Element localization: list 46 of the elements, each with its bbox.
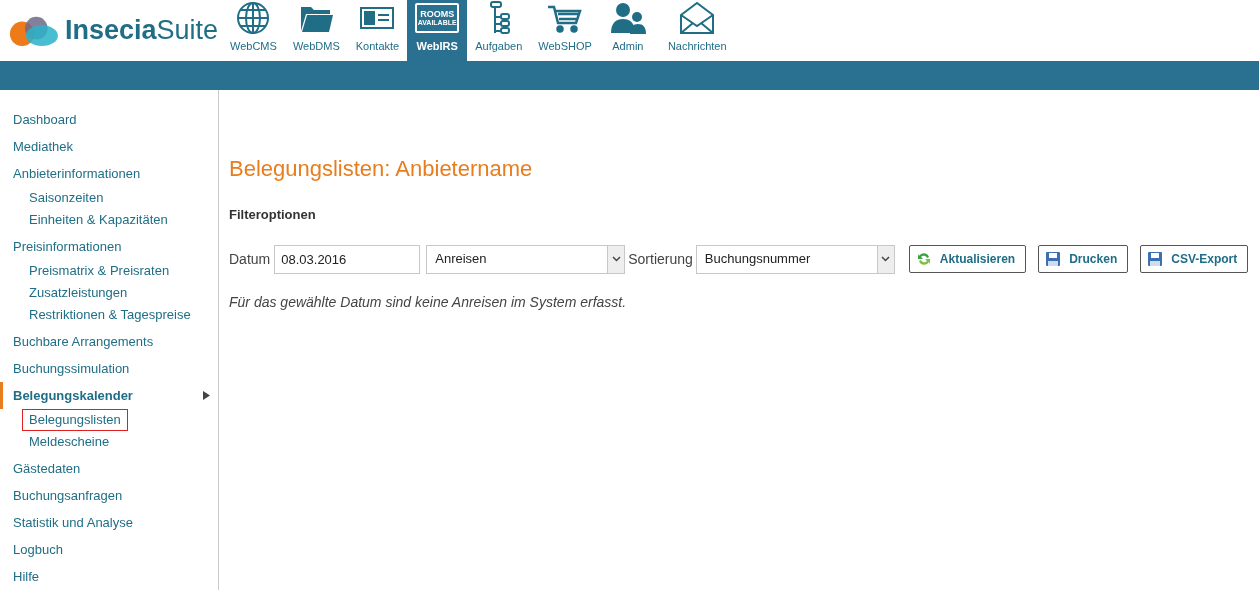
sidebar-subitem[interactable]: Belegungslisten <box>22 409 128 431</box>
sidebar-subitem[interactable]: Einheiten & Kapazitäten <box>22 209 175 231</box>
sidebar-item[interactable]: Preisinformationen <box>13 233 122 260</box>
nav-tab[interactable]: WebDMS <box>284 0 348 61</box>
chevron-down-icon <box>881 256 891 262</box>
sidebar-item[interactable]: Statistik und Analyse <box>13 509 133 536</box>
sidebar-item[interactable]: Buchbare Arrangements <box>13 328 154 355</box>
sidebar-item[interactable]: Buchungsanfragen <box>13 482 123 509</box>
logo-text: InseciaSuite <box>64 14 218 48</box>
sidebar-subitem[interactable]: Zusatzleistungen <box>22 282 135 304</box>
date-field[interactable]: 08.03.2016 <box>274 244 421 274</box>
nav-tab[interactable]: Kontakte <box>347 0 408 61</box>
envelope-icon <box>679 1 716 35</box>
chevron-down-icon <box>611 256 621 262</box>
nav-tab[interactable]: WebCMS <box>222 0 285 61</box>
toolbar-button[interactable]: CSV-Export <box>1140 245 1249 273</box>
nav-tab[interactable]: WebSHOP <box>530 0 600 61</box>
globe-icon <box>235 1 272 35</box>
sidebar-subitem[interactable]: Preismatrix & Preisraten <box>22 260 177 282</box>
type-select[interactable]: Anreisen <box>426 244 626 274</box>
sidebar-subitem[interactable]: Saisonzeiten <box>22 187 111 209</box>
field-label: Sortierung <box>628 249 693 269</box>
nav-tab[interactable]: Admin <box>599 0 656 61</box>
sidebar-subitem[interactable]: Restriktionen & Tagespreise <box>22 304 198 326</box>
sidebar-item[interactable]: Logbuch <box>13 536 63 563</box>
sidebar-item[interactable]: Gästedaten <box>13 455 81 482</box>
field-label: Datum <box>229 249 271 269</box>
page-title: Belegungslisten: Anbietername <box>229 155 534 183</box>
toolbar-button[interactable]: Aktualisieren <box>908 245 1027 273</box>
sidebar-item[interactable]: Anbieterinformationen <box>13 160 141 187</box>
sidebar-subitem[interactable]: Meldescheine <box>22 431 117 453</box>
nav-tab[interactable]: Aufgaben <box>467 0 531 61</box>
empty-message: Für das gewählte Datum sind keine Anreisen im System erfasst. <box>229 292 628 312</box>
sort-select[interactable]: Buchungsnummer <box>695 244 895 274</box>
sidebar-item[interactable]: Buchungssimulation <box>13 355 130 382</box>
sidebar-item[interactable]: Mediathek <box>13 133 73 160</box>
nav-tab[interactable]: Nachrichten <box>655 0 739 61</box>
sidebar-item[interactable]: Hilfe <box>13 563 39 590</box>
section-heading: Filteroptionen <box>229 206 317 224</box>
sidebar-item[interactable]: Belegungskalender <box>13 382 133 409</box>
caret-right-icon <box>203 391 210 400</box>
active-marker <box>0 382 3 409</box>
users-icon <box>609 1 646 35</box>
refresh-icon <box>915 251 932 267</box>
sidebar-item[interactable]: Dashboard <box>13 106 77 133</box>
toolbar-button[interactable]: Drucken <box>1038 245 1129 273</box>
